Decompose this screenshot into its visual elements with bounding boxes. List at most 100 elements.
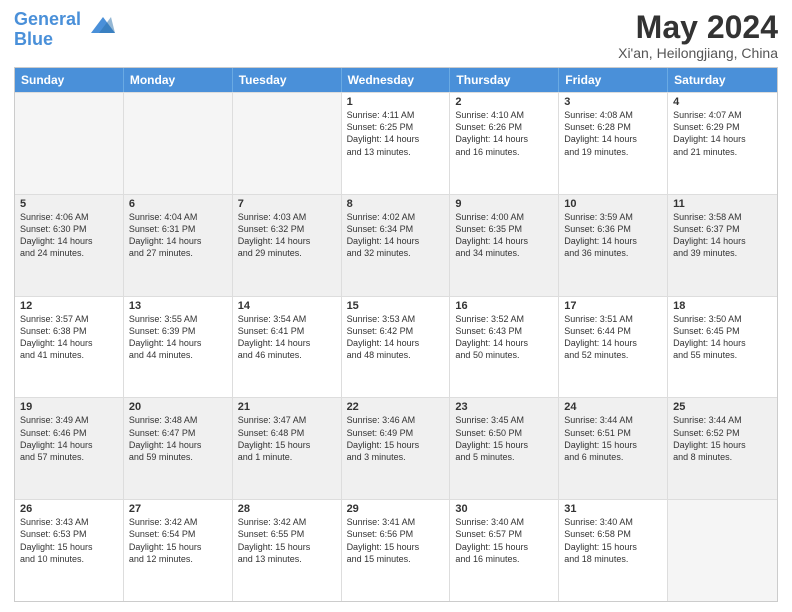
calendar-cell: 15Sunrise: 3:53 AM Sunset: 6:42 PM Dayli… (342, 297, 451, 398)
cell-info: Sunrise: 4:10 AM Sunset: 6:26 PM Dayligh… (455, 109, 553, 158)
header-day: Friday (559, 68, 668, 92)
calendar-cell: 3Sunrise: 4:08 AM Sunset: 6:28 PM Daylig… (559, 93, 668, 194)
cell-info: Sunrise: 4:02 AM Sunset: 6:34 PM Dayligh… (347, 211, 445, 260)
day-number: 9 (455, 198, 553, 210)
cell-info: Sunrise: 3:47 AM Sunset: 6:48 PM Dayligh… (238, 414, 336, 463)
day-number: 22 (347, 401, 445, 413)
logo: General Blue (14, 10, 115, 50)
calendar-cell: 16Sunrise: 3:52 AM Sunset: 6:43 PM Dayli… (450, 297, 559, 398)
cell-info: Sunrise: 3:44 AM Sunset: 6:52 PM Dayligh… (673, 414, 772, 463)
calendar-cell (15, 93, 124, 194)
calendar-cell (233, 93, 342, 194)
day-number: 4 (673, 96, 772, 108)
day-number: 30 (455, 503, 553, 515)
cell-info: Sunrise: 3:50 AM Sunset: 6:45 PM Dayligh… (673, 313, 772, 362)
header-day: Saturday (668, 68, 777, 92)
subtitle: Xi'an, Heilongjiang, China (618, 45, 778, 61)
cell-info: Sunrise: 3:48 AM Sunset: 6:47 PM Dayligh… (129, 414, 227, 463)
header-day: Monday (124, 68, 233, 92)
cell-info: Sunrise: 4:07 AM Sunset: 6:29 PM Dayligh… (673, 109, 772, 158)
day-number: 6 (129, 198, 227, 210)
day-number: 21 (238, 401, 336, 413)
cell-info: Sunrise: 3:45 AM Sunset: 6:50 PM Dayligh… (455, 414, 553, 463)
calendar-cell: 6Sunrise: 4:04 AM Sunset: 6:31 PM Daylig… (124, 195, 233, 296)
cell-info: Sunrise: 4:11 AM Sunset: 6:25 PM Dayligh… (347, 109, 445, 158)
calendar-cell: 20Sunrise: 3:48 AM Sunset: 6:47 PM Dayli… (124, 398, 233, 499)
calendar-row: 5Sunrise: 4:06 AM Sunset: 6:30 PM Daylig… (15, 194, 777, 296)
cell-info: Sunrise: 3:55 AM Sunset: 6:39 PM Dayligh… (129, 313, 227, 362)
logo-blue: Blue (14, 29, 53, 49)
cell-info: Sunrise: 3:49 AM Sunset: 6:46 PM Dayligh… (20, 414, 118, 463)
calendar-cell: 17Sunrise: 3:51 AM Sunset: 6:44 PM Dayli… (559, 297, 668, 398)
calendar-cell: 4Sunrise: 4:07 AM Sunset: 6:29 PM Daylig… (668, 93, 777, 194)
calendar-cell: 26Sunrise: 3:43 AM Sunset: 6:53 PM Dayli… (15, 500, 124, 601)
header-day: Sunday (15, 68, 124, 92)
calendar-cell: 2Sunrise: 4:10 AM Sunset: 6:26 PM Daylig… (450, 93, 559, 194)
title-block: May 2024 Xi'an, Heilongjiang, China (618, 10, 778, 61)
calendar-cell: 29Sunrise: 3:41 AM Sunset: 6:56 PM Dayli… (342, 500, 451, 601)
calendar-cell: 12Sunrise: 3:57 AM Sunset: 6:38 PM Dayli… (15, 297, 124, 398)
day-number: 8 (347, 198, 445, 210)
day-number: 18 (673, 300, 772, 312)
calendar-cell: 27Sunrise: 3:42 AM Sunset: 6:54 PM Dayli… (124, 500, 233, 601)
day-number: 5 (20, 198, 118, 210)
header-day: Tuesday (233, 68, 342, 92)
cell-info: Sunrise: 4:03 AM Sunset: 6:32 PM Dayligh… (238, 211, 336, 260)
cell-info: Sunrise: 4:04 AM Sunset: 6:31 PM Dayligh… (129, 211, 227, 260)
day-number: 19 (20, 401, 118, 413)
calendar-body: 1Sunrise: 4:11 AM Sunset: 6:25 PM Daylig… (15, 92, 777, 601)
calendar: SundayMondayTuesdayWednesdayThursdayFrid… (14, 67, 778, 602)
day-number: 7 (238, 198, 336, 210)
cell-info: Sunrise: 3:41 AM Sunset: 6:56 PM Dayligh… (347, 516, 445, 565)
calendar-cell: 13Sunrise: 3:55 AM Sunset: 6:39 PM Dayli… (124, 297, 233, 398)
cell-info: Sunrise: 4:06 AM Sunset: 6:30 PM Dayligh… (20, 211, 118, 260)
day-number: 31 (564, 503, 662, 515)
cell-info: Sunrise: 3:42 AM Sunset: 6:55 PM Dayligh… (238, 516, 336, 565)
calendar-cell: 22Sunrise: 3:46 AM Sunset: 6:49 PM Dayli… (342, 398, 451, 499)
calendar-row: 19Sunrise: 3:49 AM Sunset: 6:46 PM Dayli… (15, 397, 777, 499)
day-number: 3 (564, 96, 662, 108)
calendar-cell: 5Sunrise: 4:06 AM Sunset: 6:30 PM Daylig… (15, 195, 124, 296)
calendar-cell: 25Sunrise: 3:44 AM Sunset: 6:52 PM Dayli… (668, 398, 777, 499)
day-number: 16 (455, 300, 553, 312)
day-number: 24 (564, 401, 662, 413)
day-number: 15 (347, 300, 445, 312)
logo-general: General (14, 9, 81, 29)
cell-info: Sunrise: 3:58 AM Sunset: 6:37 PM Dayligh… (673, 211, 772, 260)
day-number: 27 (129, 503, 227, 515)
calendar-cell: 14Sunrise: 3:54 AM Sunset: 6:41 PM Dayli… (233, 297, 342, 398)
calendar-cell: 23Sunrise: 3:45 AM Sunset: 6:50 PM Dayli… (450, 398, 559, 499)
day-number: 12 (20, 300, 118, 312)
day-number: 2 (455, 96, 553, 108)
calendar-cell: 18Sunrise: 3:50 AM Sunset: 6:45 PM Dayli… (668, 297, 777, 398)
cell-info: Sunrise: 3:51 AM Sunset: 6:44 PM Dayligh… (564, 313, 662, 362)
calendar-row: 26Sunrise: 3:43 AM Sunset: 6:53 PM Dayli… (15, 499, 777, 601)
day-number: 20 (129, 401, 227, 413)
header: General Blue May 2024 Xi'an, Heilongjian… (14, 10, 778, 61)
day-number: 23 (455, 401, 553, 413)
cell-info: Sunrise: 3:54 AM Sunset: 6:41 PM Dayligh… (238, 313, 336, 362)
day-number: 29 (347, 503, 445, 515)
day-number: 14 (238, 300, 336, 312)
calendar-cell: 30Sunrise: 3:40 AM Sunset: 6:57 PM Dayli… (450, 500, 559, 601)
logo-icon (83, 9, 115, 41)
page: General Blue May 2024 Xi'an, Heilongjian… (0, 0, 792, 612)
day-number: 17 (564, 300, 662, 312)
day-number: 25 (673, 401, 772, 413)
main-title: May 2024 (618, 10, 778, 45)
cell-info: Sunrise: 3:46 AM Sunset: 6:49 PM Dayligh… (347, 414, 445, 463)
day-number: 26 (20, 503, 118, 515)
calendar-header: SundayMondayTuesdayWednesdayThursdayFrid… (15, 68, 777, 92)
calendar-cell: 1Sunrise: 4:11 AM Sunset: 6:25 PM Daylig… (342, 93, 451, 194)
cell-info: Sunrise: 3:40 AM Sunset: 6:58 PM Dayligh… (564, 516, 662, 565)
calendar-row: 12Sunrise: 3:57 AM Sunset: 6:38 PM Dayli… (15, 296, 777, 398)
cell-info: Sunrise: 4:08 AM Sunset: 6:28 PM Dayligh… (564, 109, 662, 158)
day-number: 1 (347, 96, 445, 108)
calendar-cell: 9Sunrise: 4:00 AM Sunset: 6:35 PM Daylig… (450, 195, 559, 296)
cell-info: Sunrise: 3:53 AM Sunset: 6:42 PM Dayligh… (347, 313, 445, 362)
cell-info: Sunrise: 3:59 AM Sunset: 6:36 PM Dayligh… (564, 211, 662, 260)
calendar-cell: 8Sunrise: 4:02 AM Sunset: 6:34 PM Daylig… (342, 195, 451, 296)
cell-info: Sunrise: 3:43 AM Sunset: 6:53 PM Dayligh… (20, 516, 118, 565)
calendar-cell: 28Sunrise: 3:42 AM Sunset: 6:55 PM Dayli… (233, 500, 342, 601)
cell-info: Sunrise: 3:52 AM Sunset: 6:43 PM Dayligh… (455, 313, 553, 362)
